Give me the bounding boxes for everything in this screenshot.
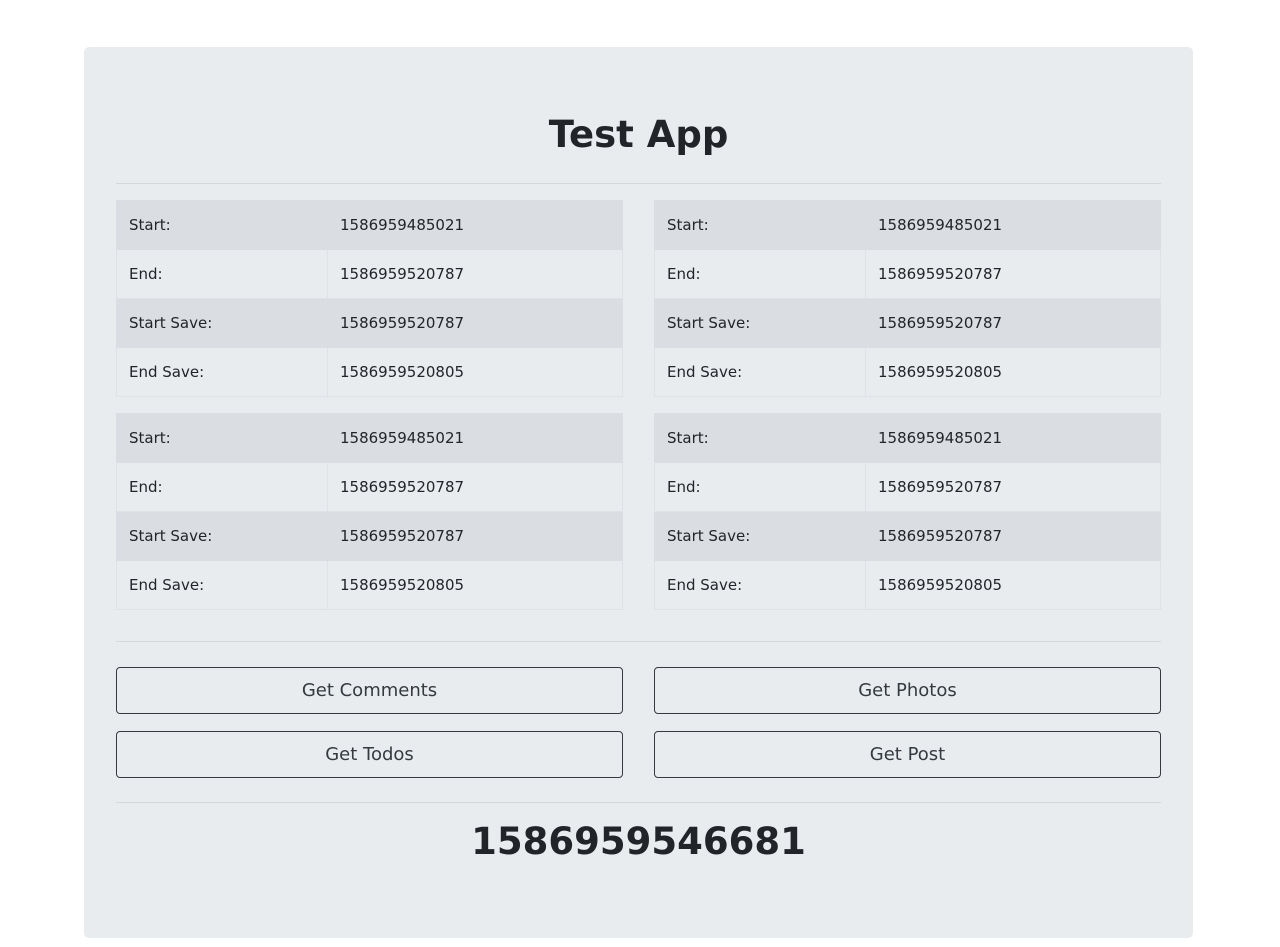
row-value: 1586959485021 [327, 413, 623, 463]
row-value: 1586959520805 [327, 347, 623, 397]
row-label: End: [116, 462, 328, 512]
row-value: 1586959520787 [865, 298, 1161, 348]
table-row: Start: 1586959485021 [116, 413, 623, 463]
table-row: End: 1586959520787 [654, 249, 1161, 299]
table-row: Start Save: 1586959520787 [116, 298, 623, 348]
row-value: 1586959520805 [865, 560, 1161, 610]
row-value: 1586959520787 [327, 511, 623, 561]
row-value: 1586959520787 [865, 249, 1161, 299]
table-row: End Save: 1586959520805 [654, 560, 1161, 610]
table-row: Start: 1586959485021 [654, 200, 1161, 250]
row-value: 1586959485021 [865, 200, 1161, 250]
timing-table-2: Start: 1586959485021 End: 1586959520787 … [654, 200, 1161, 397]
current-timestamp: 1586959546681 [471, 820, 806, 863]
row-value: 1586959520787 [865, 511, 1161, 561]
row-value: 1586959520787 [865, 462, 1161, 512]
table-row: Start Save: 1586959520787 [654, 511, 1161, 561]
table-row: End: 1586959520787 [116, 462, 623, 512]
get-photos-button[interactable]: Get Photos [654, 667, 1161, 714]
table-row: End Save: 1586959520805 [116, 560, 623, 610]
row-label: Start Save: [654, 298, 866, 348]
row-value: 1586959485021 [327, 200, 623, 250]
row-value: 1586959520787 [327, 298, 623, 348]
table-row: Start: 1586959485021 [654, 413, 1161, 463]
row-value: 1586959485021 [865, 413, 1161, 463]
table-row: Start: 1586959485021 [116, 200, 623, 250]
table-row: Start Save: 1586959520787 [654, 298, 1161, 348]
row-label: Start: [654, 200, 866, 250]
table-row: End: 1586959520787 [654, 462, 1161, 512]
row-label: Start Save: [116, 511, 328, 561]
get-todos-button[interactable]: Get Todos [116, 731, 623, 778]
get-post-button[interactable]: Get Post [654, 731, 1161, 778]
row-label: Start: [116, 413, 328, 463]
main-panel: Test App Start: 1586959485021 End: 15869… [84, 47, 1193, 938]
row-label: End Save: [654, 347, 866, 397]
timing-table-4: Start: 1586959485021 End: 1586959520787 … [654, 413, 1161, 610]
table-row: End Save: 1586959520805 [116, 347, 623, 397]
row-value: 1586959520805 [865, 347, 1161, 397]
row-label: End Save: [116, 560, 328, 610]
row-label: End: [654, 249, 866, 299]
get-comments-button[interactable]: Get Comments [116, 667, 623, 714]
row-label: End Save: [116, 347, 328, 397]
row-label: Start Save: [116, 298, 328, 348]
row-label: End: [654, 462, 866, 512]
table-row: Start Save: 1586959520787 [116, 511, 623, 561]
divider-bottom [116, 802, 1161, 803]
table-row: End Save: 1586959520805 [654, 347, 1161, 397]
row-value: 1586959520787 [327, 462, 623, 512]
timing-table-3: Start: 1586959485021 End: 1586959520787 … [116, 413, 623, 610]
row-value: 1586959520805 [327, 560, 623, 610]
divider-top [116, 183, 1161, 184]
page-title: Test App [548, 113, 729, 156]
row-label: End: [116, 249, 328, 299]
row-label: Start: [654, 413, 866, 463]
timing-table-1: Start: 1586959485021 End: 1586959520787 … [116, 200, 623, 397]
row-label: End Save: [654, 560, 866, 610]
table-row: End: 1586959520787 [116, 249, 623, 299]
divider-middle [116, 641, 1161, 642]
row-value: 1586959520787 [327, 249, 623, 299]
row-label: Start: [116, 200, 328, 250]
row-label: Start Save: [654, 511, 866, 561]
